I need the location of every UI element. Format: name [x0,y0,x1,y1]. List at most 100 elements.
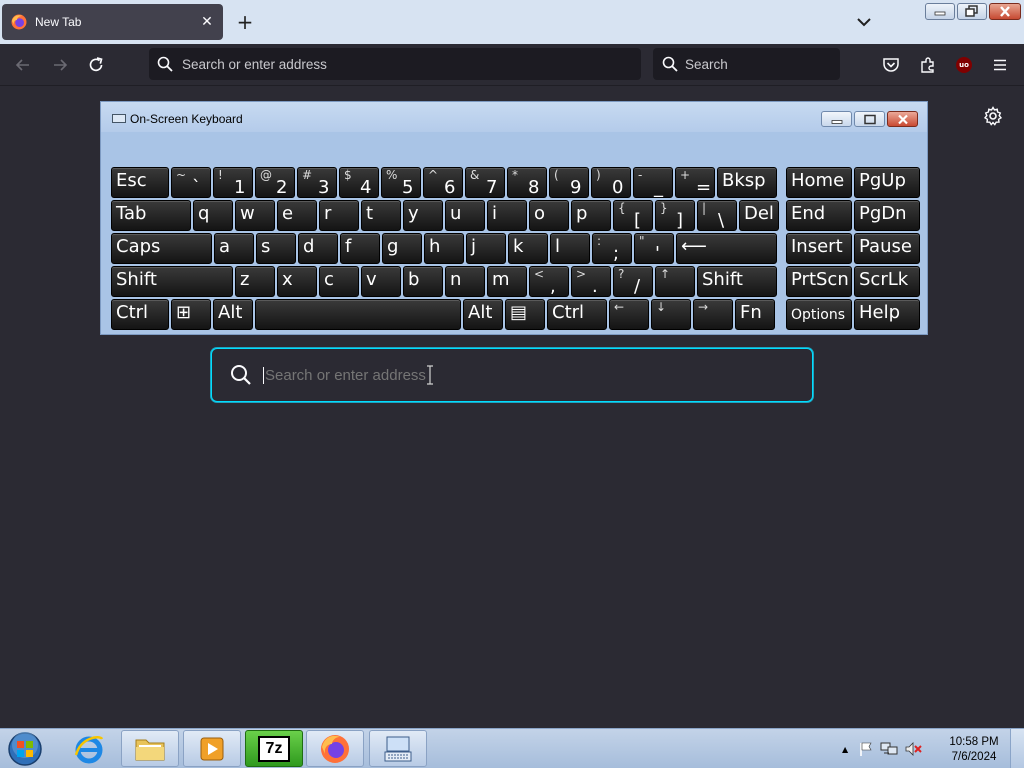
osk-key-ctrl[interactable]: Ctrl [111,299,169,330]
osk-key-esc[interactable]: Esc [111,167,169,198]
osk-key-pause[interactable]: Pause [854,233,920,264]
osk-key-c[interactable]: c [319,266,359,297]
taskbar-7zip[interactable]: 7z [245,730,303,767]
ublock-origin-button[interactable]: uo [952,53,976,77]
osk-key-q[interactable]: q [193,200,233,231]
newtab-search-input[interactable] [263,366,763,384]
osk-key-p[interactable]: p [571,200,611,231]
osk-key-del[interactable]: Del [739,200,779,231]
taskbar-clock[interactable]: 10:58 PM 7/6/2024 [946,735,1002,765]
osk-key-alt[interactable]: Alt [213,299,253,330]
osk-key-home[interactable]: Home [786,167,852,198]
taskbar-on-screen-keyboard[interactable] [369,730,427,767]
osk-key-u46[interactable]: >. [571,266,611,297]
osk-key-n[interactable]: n [445,266,485,297]
osk-key-k[interactable]: k [508,233,548,264]
osk-key-options[interactable]: Options [786,299,852,330]
taskbar-internet-explorer[interactable] [60,730,118,767]
app-menu-button[interactable] [988,53,1012,77]
osk-key-g[interactable]: g [382,233,422,264]
osk-minimize-button[interactable] [821,111,852,127]
osk-key-u95[interactable]: - _ [633,167,673,198]
osk-key-prtscn[interactable]: PrtScn [786,266,852,297]
osk-key-u8593[interactable]: ↑ [655,266,695,297]
osk-close-button[interactable] [887,111,918,127]
osk-key-u10229[interactable]: ⟵ [676,233,777,264]
osk-key-u91[interactable]: {[ [613,200,653,231]
tab-close-button[interactable]: ✕ [197,14,217,30]
osk-key-a[interactable]: a [214,233,254,264]
osk-key-u96[interactable]: ~ ` [171,167,211,198]
volume-muted-icon[interactable] [904,741,922,757]
osk-key-ctrl[interactable]: Ctrl [547,299,607,330]
osk-maximize-button[interactable] [854,111,885,127]
window-minimize-button[interactable] [925,3,955,20]
osk-key-v[interactable]: v [361,266,401,297]
osk-key-help[interactable]: Help [854,299,920,330]
list-all-tabs-button[interactable] [852,10,876,34]
url-bar[interactable]: Search or enter address [149,48,641,80]
osk-key-f[interactable]: f [340,233,380,264]
osk-key-0[interactable]: ) 0 [591,167,631,198]
osk-key-alt[interactable]: Alt [463,299,503,330]
osk-key-shift[interactable]: Shift [697,266,777,297]
osk-key-e[interactable]: e [277,200,317,231]
osk-key-d[interactable]: d [298,233,338,264]
new-tab-button[interactable]: + [232,8,258,36]
search-bar[interactable]: Search [653,48,840,80]
osk-key-s[interactable]: s [256,233,296,264]
osk-key-pgup[interactable]: PgUp [854,167,920,198]
osk-key-insert[interactable]: Insert [786,233,852,264]
osk-key-u44[interactable]: <, [529,266,569,297]
osk-key-u8592[interactable]: ← [609,299,649,330]
osk-key-tab[interactable]: Tab [111,200,191,231]
window-restore-button[interactable] [957,3,987,20]
osk-key-u59[interactable]: :; [592,233,632,264]
osk-key-h[interactable]: h [424,233,464,264]
osk-key-u8595[interactable]: ↓ [651,299,691,330]
osk-key-y[interactable]: y [403,200,443,231]
osk-key-r[interactable]: r [319,200,359,231]
osk-titlebar[interactable]: On-Screen Keyboard [101,102,927,132]
taskbar-media-player[interactable] [183,730,241,767]
osk-key-u93[interactable]: }] [655,200,695,231]
taskbar-file-explorer[interactable] [121,730,179,767]
osk-key-2[interactable]: @2 [255,167,295,198]
osk-key-end[interactable]: End [786,200,852,231]
extensions-button[interactable] [916,53,940,77]
osk-key-bksp[interactable]: Bksp [717,167,777,198]
show-desktop-button[interactable] [1010,729,1024,768]
osk-key-b[interactable]: b [403,266,443,297]
osk-key-5[interactable]: % 5 [381,167,421,198]
osk-key-t[interactable]: t [361,200,401,231]
osk-key-3[interactable]: #3 [297,167,337,198]
osk-key-u9636[interactable]: ▤ [505,299,545,330]
osk-key-shift[interactable]: Shift [111,266,233,297]
osk-key-pgdn[interactable]: PgDn [854,200,920,231]
osk-key-u61[interactable]: + = [675,167,715,198]
osk-key-4[interactable]: $4 [339,167,379,198]
osk-key-fn[interactable]: Fn [735,299,775,330]
osk-key-j[interactable]: j [466,233,506,264]
tab-new-tab[interactable]: New Tab ✕ [2,4,223,40]
osk-key-i[interactable]: i [487,200,527,231]
osk-key-l[interactable]: l [550,233,590,264]
osk-key-u8594[interactable]: → [693,299,733,330]
osk-key-9[interactable]: (9 [549,167,589,198]
osk-key-o[interactable]: o [529,200,569,231]
action-center-flag-icon[interactable] [858,741,874,757]
back-button[interactable] [11,53,35,77]
osk-key-u47[interactable]: ? / [613,266,653,297]
taskbar-firefox[interactable] [306,730,364,767]
osk-key-m[interactable]: m [487,266,527,297]
osk-key-space[interactable] [255,299,461,330]
osk-key-u[interactable]: u [445,200,485,231]
osk-key-1[interactable]: ! 1 [213,167,253,198]
osk-key-caps[interactable]: Caps [111,233,212,264]
tray-expand-button[interactable]: ▲ [842,745,848,754]
reload-button[interactable] [84,53,108,77]
osk-key-8[interactable]: * 8 [507,167,547,198]
window-close-button[interactable] [989,3,1021,20]
start-button[interactable] [4,731,46,767]
osk-key-7[interactable]: & 7 [465,167,505,198]
